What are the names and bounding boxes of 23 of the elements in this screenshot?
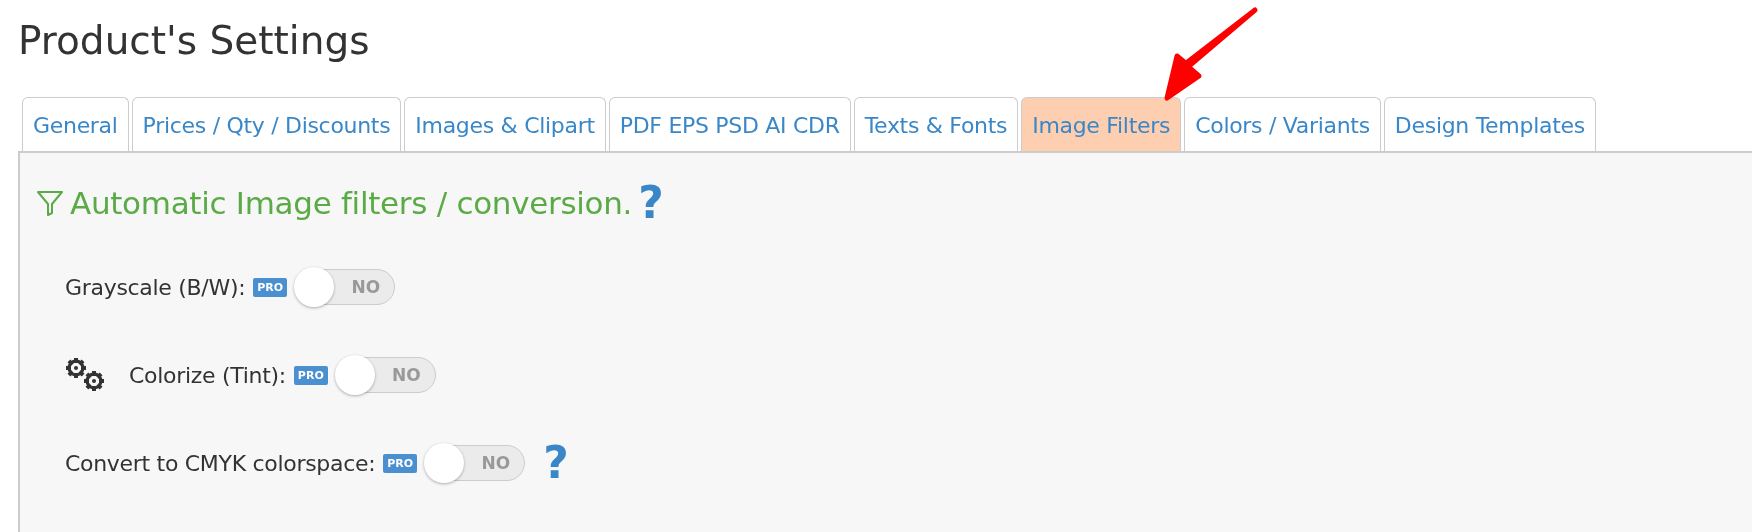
pro-badge: PRO — [383, 453, 418, 473]
tab[interactable]: General — [22, 97, 129, 151]
tab[interactable]: Texts & Fonts — [853, 97, 1019, 151]
tab[interactable]: Image Filters — [1021, 97, 1182, 151]
tab[interactable]: Prices / Qty / Discounts — [131, 97, 402, 151]
setting-label: Grayscale (B/W): — [65, 274, 246, 300]
filter-icon — [36, 189, 64, 217]
page-title: Product's Settings — [18, 17, 370, 65]
section-heading: Automatic Image filters / conversion. — [70, 185, 633, 221]
toggle-switch[interactable]: NO — [425, 445, 526, 481]
gears-icon — [65, 357, 107, 393]
setting-label: Colorize (Tint): — [129, 362, 286, 388]
help-icon[interactable]: ? — [638, 183, 664, 223]
help-icon[interactable]: ? — [543, 443, 569, 483]
tab[interactable]: PDF EPS PSD AI CDR — [608, 97, 851, 151]
tab[interactable]: Images & Clipart — [404, 97, 606, 151]
toggle-switch[interactable]: NO — [295, 269, 396, 305]
pro-badge: PRO — [293, 365, 328, 385]
tab[interactable]: Design Templates — [1383, 97, 1596, 151]
pro-badge: PRO — [253, 277, 288, 297]
toggle-switch[interactable]: NO — [335, 357, 436, 393]
tab[interactable]: Colors / Variants — [1184, 97, 1381, 151]
setting-label: Convert to CMYK colorspace: — [65, 450, 376, 476]
